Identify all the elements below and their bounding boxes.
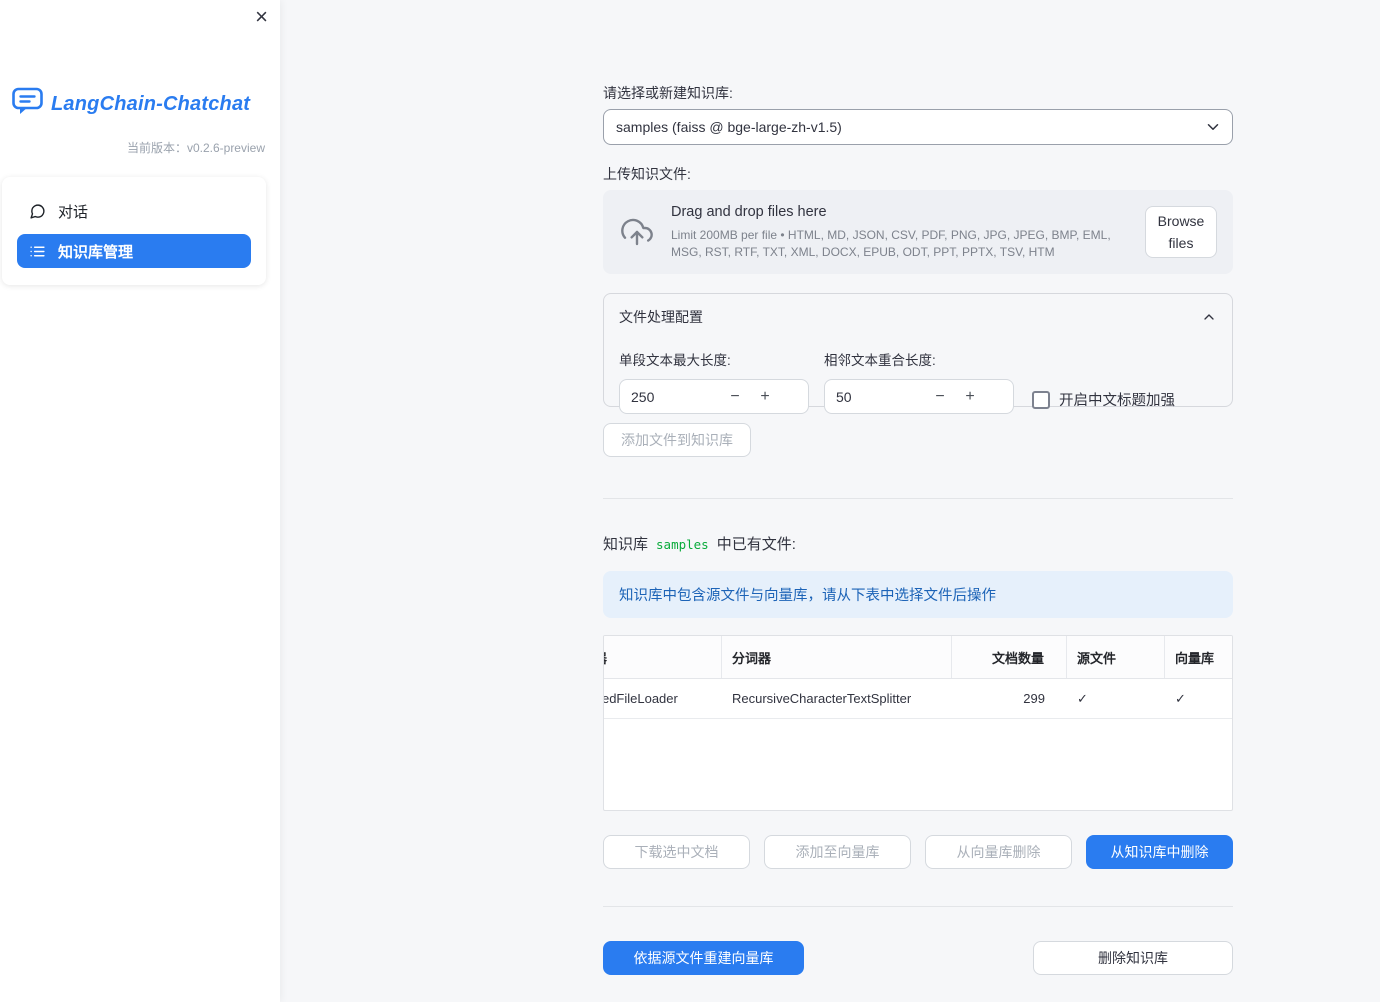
files-table-inner: 文档加载器 分词器 文档数量 源文件 向量库 UnstructuredFileL… (604, 636, 1232, 719)
kb-select-value: samples (faiss @ bge-large-zh-v1.5) (616, 119, 842, 135)
kb-select-label: 请选择或新建知识库: (603, 85, 733, 101)
zh-title-enhance-group: 开启中文标题加强 (1032, 389, 1175, 410)
logo-text: LangChain-Chatchat (51, 92, 251, 115)
column-header-doc-count[interactable]: 文档数量 (952, 636, 1067, 678)
column-header-splitter[interactable]: 分词器 (722, 636, 952, 678)
sidebar-item-chat[interactable]: 对话 (17, 194, 251, 228)
download-selected-button[interactable]: 下载选中文档 (603, 835, 750, 869)
add-to-vector-store-button[interactable]: 添加至向量库 (764, 835, 911, 869)
main-content: 请选择或新建知识库: samples (faiss @ bge-large-zh… (603, 0, 1233, 975)
delete-from-kb-button[interactable]: 从知识库中删除 (1086, 835, 1233, 869)
kb-files-heading: 知识库 samples 中已有文件: (603, 533, 1233, 554)
cell-splitter: RecursiveCharacterTextSplitter (732, 691, 912, 706)
kb-files-prefix: 知识库 (603, 536, 649, 553)
browse-files-button[interactable]: Browse files (1145, 206, 1217, 258)
cell-source-file-check: ✓ (1077, 690, 1088, 706)
overlap-plus-button[interactable]: + (955, 388, 985, 406)
remove-from-vector-store-button[interactable]: 从向量库删除 (925, 835, 1072, 869)
overlap-minus-button[interactable]: − (925, 388, 955, 406)
zh-title-enhance-label: 开启中文标题加强 (1059, 393, 1175, 409)
add-files-button[interactable]: 添加文件到知识库 (603, 423, 751, 457)
close-sidebar-icon[interactable]: × (255, 5, 268, 29)
overlap-input[interactable] (825, 388, 925, 405)
upload-label: 上传知识文件: (603, 166, 691, 182)
sidebar-item-knowledge-base[interactable]: 知识库管理 (17, 234, 251, 268)
dropzone-text: Drag and drop files here Limit 200MB per… (671, 204, 1129, 259)
chat-bubble-icon (30, 203, 45, 219)
expander-title: 文件处理配置 (619, 309, 703, 325)
info-banner: 知识库中包含源文件与向量库，请从下表中选择文件后操作 (603, 571, 1233, 618)
file-dropzone[interactable]: Drag and drop files here Limit 200MB per… (603, 190, 1233, 274)
version-text: 当前版本：v0.2.6-preview (126, 141, 265, 155)
rebuild-vector-store-button[interactable]: 依据源文件重建向量库 (603, 941, 804, 975)
chunk-size-minus-button[interactable]: − (720, 388, 750, 406)
chevron-up-icon (1204, 314, 1214, 320)
cell-doc-count: 299 (1023, 691, 1045, 706)
chunk-size-input[interactable] (620, 388, 720, 405)
overlap-group: 相邻文本重合长度: − + (824, 349, 1014, 414)
sidebar: × LangChain-Chatchat 当前版本：v0.2.6-preview… (0, 0, 280, 1002)
overlap-stepper: − + (824, 379, 1014, 414)
delete-kb-button[interactable]: 删除知识库 (1033, 941, 1233, 975)
overlap-label: 相邻文本重合长度: (824, 353, 936, 368)
divider (603, 906, 1233, 907)
column-header-vector-store[interactable]: 向量库 (1165, 636, 1232, 678)
chunk-size-group: 单段文本最大长度: − + (619, 349, 809, 414)
cell-loader: UnstructuredFileLoader (604, 691, 678, 706)
sidebar-menu: 对话 知识库管理 (2, 177, 266, 285)
table-row[interactable]: UnstructuredFileLoader RecursiveCharacte… (604, 679, 1232, 719)
chunk-size-plus-button[interactable]: + (750, 388, 780, 406)
chunk-size-label: 单段文本最大长度: (619, 353, 731, 368)
column-header-loader[interactable]: 文档加载器 (604, 636, 722, 678)
footer-actions: 依据源文件重建向量库 删除知识库 (603, 941, 1233, 975)
cell-vector-store-check: ✓ (1175, 690, 1186, 706)
info-banner-text: 知识库中包含源文件与向量库，请从下表中选择文件后操作 (619, 588, 996, 604)
logo-chat-icon (11, 86, 44, 122)
sidebar-item-label: 知识库管理 (58, 243, 134, 261)
expander-body: 单段文本最大长度: − + 相邻文本重合长度: − + 开启中文标题加强 (619, 349, 1217, 414)
chevron-down-icon (1207, 124, 1219, 130)
dropzone-title: Drag and drop files here (671, 204, 827, 221)
dropzone-hint: Limit 200MB per file • HTML, MD, JSON, C… (671, 228, 1111, 259)
column-header-source-file[interactable]: 源文件 (1067, 636, 1165, 678)
file-config-expander: 文件处理配置 单段文本最大长度: − + 相邻文本重合长度: − + (603, 293, 1233, 414)
kb-files-suffix: 中已有文件: (716, 536, 796, 553)
logo: LangChain-Chatchat (11, 86, 272, 122)
sidebar-item-label: 对话 (58, 203, 89, 221)
list-icon (30, 246, 45, 256)
upload-cloud-icon (621, 218, 653, 246)
files-table: 文档加载器 分词器 文档数量 源文件 向量库 UnstructuredFileL… (603, 635, 1233, 811)
file-actions: 下载选中文档 添加至向量库 从向量库删除 从知识库中删除 (603, 835, 1233, 869)
zh-title-enhance-checkbox[interactable] (1032, 390, 1050, 409)
expander-header[interactable]: 文件处理配置 (619, 307, 1217, 327)
kb-select[interactable]: samples (faiss @ bge-large-zh-v1.5) (603, 109, 1233, 145)
divider (603, 498, 1233, 499)
chunk-size-stepper: − + (619, 379, 809, 414)
kb-name-code: samples (656, 537, 709, 552)
files-table-header: 文档加载器 分词器 文档数量 源文件 向量库 (604, 636, 1232, 679)
